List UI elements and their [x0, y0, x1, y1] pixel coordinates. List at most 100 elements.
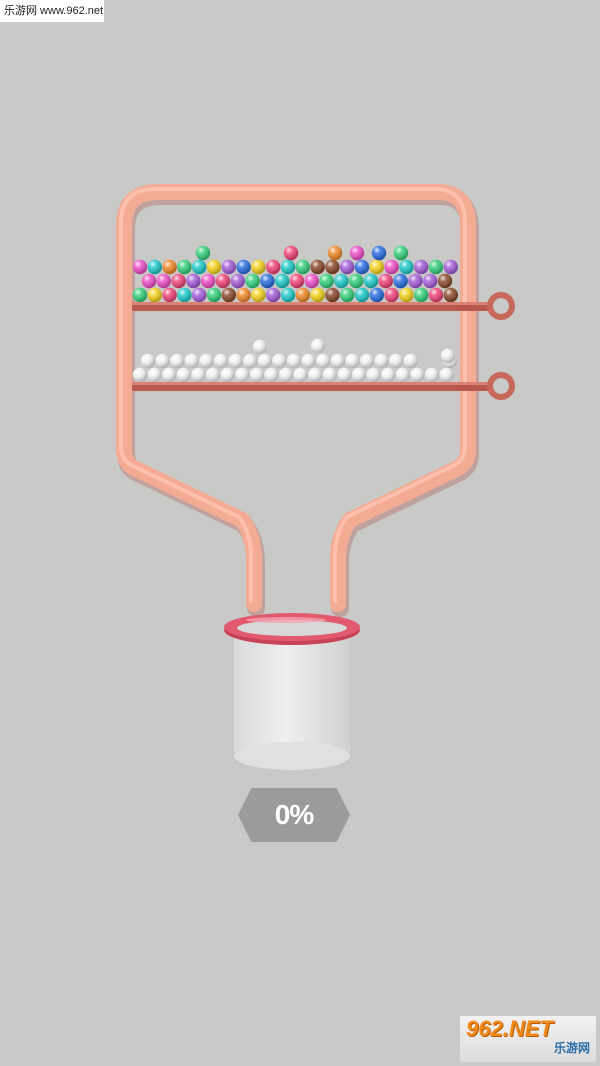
- white-ball-shine: [132, 367, 148, 383]
- game-scene: [116, 184, 515, 770]
- colored-ball-shine: [192, 259, 207, 275]
- colored-ball-shine: [363, 273, 379, 289]
- colored-ball-shine: [236, 259, 251, 275]
- colored-ball-shine: [378, 273, 393, 289]
- white-ball-shine: [243, 353, 258, 369]
- colored-ball-shine: [186, 273, 201, 289]
- colored-ball-shine: [414, 259, 429, 275]
- colored-ball-shine: [230, 273, 245, 289]
- lower-pin-ring-handle[interactable]: [487, 372, 515, 400]
- white-ball-shine: [322, 367, 337, 383]
- white-ball-shine: [205, 367, 221, 383]
- white-ball-shine: [301, 353, 316, 369]
- colored-ball-shine: [132, 287, 148, 303]
- colored-ball-shine: [443, 287, 458, 303]
- white-ball-shine: [389, 353, 404, 369]
- white-ball-shine: [220, 367, 235, 383]
- colored-ball-shine: [319, 273, 334, 289]
- colored-ball-shine: [310, 259, 325, 275]
- progress-indicator: 0%: [238, 788, 350, 842]
- colored-ball-shine: [162, 259, 177, 275]
- colored-ball-shine: [327, 245, 343, 261]
- colored-ball-shine: [295, 259, 310, 275]
- colored-ball-shine: [177, 259, 192, 275]
- colored-ball-shine: [275, 273, 290, 289]
- white-ball-shine: [374, 353, 389, 369]
- colored-ball-shine: [280, 259, 296, 275]
- white-ball-shine: [395, 367, 410, 383]
- colored-ball-shine: [177, 287, 192, 303]
- colored-ball-shine: [349, 245, 365, 261]
- colored-ball-shine: [283, 245, 299, 261]
- colored-ball-shine: [393, 245, 409, 261]
- white-ball-shine: [310, 338, 326, 354]
- watermark-logo: 962.NET 乐游网: [460, 1016, 596, 1062]
- colored-ball-shine: [266, 287, 281, 303]
- colored-ball-shine: [393, 273, 408, 289]
- colored-ball-shine: [384, 259, 399, 275]
- colored-ball-shine: [206, 287, 222, 303]
- colored-ball-shine: [132, 259, 148, 275]
- white-ball-shine: [249, 367, 264, 383]
- white-ball-shine: [351, 367, 367, 383]
- colored-ball-shine: [371, 245, 387, 261]
- white-ball-shine: [286, 353, 302, 369]
- watermark-logo-sub: 乐游网: [553, 1041, 590, 1055]
- colored-ball-shine: [428, 287, 444, 303]
- white-ball-shine: [191, 367, 206, 383]
- colored-ball-shine: [171, 273, 186, 289]
- colored-ball-shine: [147, 259, 162, 275]
- colored-ball-shine: [414, 287, 429, 303]
- progress-percent: 0%: [274, 799, 314, 830]
- white-ball-shine: [147, 367, 162, 383]
- white-ball-shine: [359, 353, 375, 369]
- white-ball-shine: [272, 353, 287, 369]
- white-ball-shine: [316, 353, 331, 369]
- colored-ball-shine: [162, 287, 177, 303]
- white-ball-shine: [162, 367, 177, 383]
- colored-ball-shine: [340, 259, 355, 275]
- colored-ball-shine: [266, 259, 281, 275]
- white-ball-shine: [228, 353, 243, 369]
- colored-ball-shine: [295, 287, 310, 303]
- white-ball-shine: [176, 367, 191, 383]
- colored-ball-shine: [423, 273, 438, 289]
- white-ball-shine: [170, 353, 185, 369]
- cup-rim-highlight: [246, 617, 326, 623]
- colored-ball-shine: [195, 245, 211, 261]
- colored-ball-shine: [289, 273, 305, 289]
- upper-pin-ring-handle[interactable]: [487, 292, 515, 320]
- white-ball-shine: [140, 353, 156, 369]
- white-ball-shine: [403, 353, 418, 369]
- colored-ball-shine: [408, 273, 423, 289]
- colored-ball-shine: [192, 287, 207, 303]
- colored-ball-shine: [369, 259, 384, 275]
- upper-ball-pile: [132, 245, 458, 303]
- colored-ball-shine: [334, 273, 349, 289]
- white-ball-shine: [264, 367, 279, 383]
- colored-ball-shine: [354, 259, 370, 275]
- white-ball-shine: [199, 353, 214, 369]
- white-ball-shine: [308, 367, 323, 383]
- colored-ball-shine: [141, 273, 157, 289]
- colored-ball-shine: [215, 273, 231, 289]
- watermark-logo-main: 962.NET: [466, 1016, 553, 1041]
- colored-ball-shine: [443, 259, 458, 275]
- white-ball-shine: [366, 367, 381, 383]
- colored-ball-shine: [221, 259, 236, 275]
- colored-ball-shine: [304, 273, 319, 289]
- colored-ball-shine: [221, 287, 236, 303]
- collection-cup: [224, 613, 360, 770]
- lower-pin-rod-highlight: [132, 382, 492, 385]
- colored-ball-shine: [369, 287, 384, 303]
- colored-ball-shine: [384, 287, 399, 303]
- colored-ball-shine: [245, 273, 260, 289]
- colored-ball-shine: [156, 273, 171, 289]
- lower-ball-pile: [132, 338, 458, 383]
- white-ball-shine: [293, 367, 308, 383]
- white-ball-shine: [439, 367, 454, 383]
- white-ball-shine: [330, 353, 345, 369]
- colored-ball-shine: [201, 273, 216, 289]
- colored-ball-shine: [399, 259, 414, 275]
- colored-ball-shine: [437, 273, 453, 289]
